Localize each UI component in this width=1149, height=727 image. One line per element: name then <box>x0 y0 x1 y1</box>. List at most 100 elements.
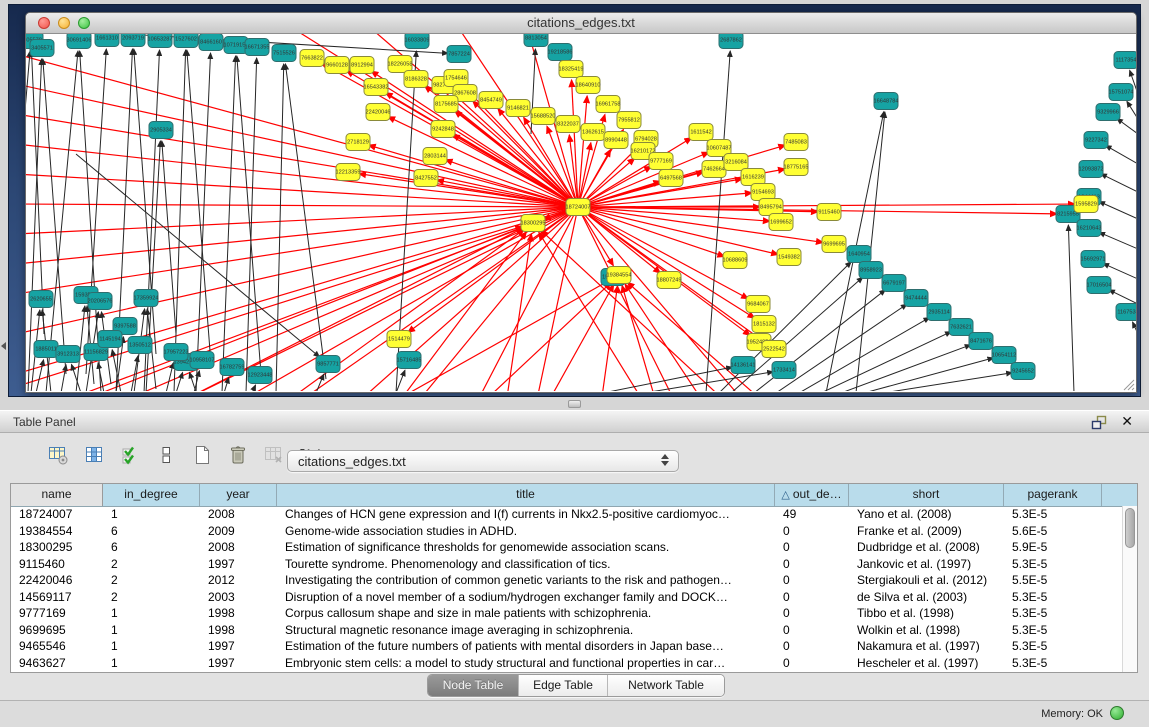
cell-pagerank[interactable]: 5.9E-5 <box>1004 539 1102 556</box>
graph-node[interactable]: 19218586 <box>548 44 573 61</box>
table-row[interactable]: 1830029562008Estimation of significance … <box>11 539 1122 556</box>
cell-out_de[interactable]: 49 <box>775 506 849 523</box>
graph-node[interactable]: 7857224 <box>447 46 471 63</box>
cell-out_de[interactable]: 0 <box>775 638 849 655</box>
graph-node[interactable]: 9660128 <box>325 57 349 74</box>
graph-node[interactable]: 18325419 <box>559 61 584 78</box>
cell-year[interactable]: 2009 <box>200 523 277 540</box>
graph-node[interactable]: 16033809 <box>405 34 430 49</box>
graph-node[interactable]: 6679197 <box>882 275 906 292</box>
cell-title[interactable]: Genome-wide association studies in ADHD. <box>277 523 775 540</box>
graph-node[interactable]: 8186328 <box>404 71 428 88</box>
cell-year[interactable]: 1997 <box>200 638 277 655</box>
graph-node[interactable]: 2803144 <box>423 148 447 165</box>
graph-node[interactable]: 1616239 <box>741 169 765 186</box>
graph-node[interactable]: 8427552 <box>414 170 438 187</box>
graph-node[interactable]: 1145194 <box>98 331 122 348</box>
graph-node[interactable]: 8495794 <box>759 199 783 216</box>
new-attribute-icon[interactable] <box>190 443 214 467</box>
graph-node[interactable]: 17016504 <box>1087 277 1112 294</box>
cell-year[interactable]: 2012 <box>200 572 277 589</box>
cell-pagerank[interactable]: 5.3E-5 <box>1004 556 1102 573</box>
graph-node[interactable]: 1549382 <box>777 249 801 266</box>
graph-node[interactable]: 16210643 <box>1077 220 1102 237</box>
cell-out_de[interactable]: 0 <box>775 539 849 556</box>
graph-node[interactable]: 1362615 <box>581 124 605 141</box>
graph-node[interactable]: 9154693 <box>751 184 775 201</box>
table-row[interactable]: 1872400712008Changes of HCN gene express… <box>11 506 1122 523</box>
cell-year[interactable]: 1997 <box>200 655 277 672</box>
graph-node[interactable]: 7955812 <box>617 112 641 129</box>
graph-node[interactable]: 9684067 <box>746 296 770 313</box>
delete-attribute-icon[interactable] <box>226 443 250 467</box>
graph-node[interactable]: 7632621 <box>949 319 973 336</box>
cell-in_degree[interactable]: 6 <box>103 539 200 556</box>
graph-node[interactable]: 8990448 <box>604 132 628 149</box>
cell-pagerank[interactable]: 5.3E-5 <box>1004 655 1102 672</box>
graph-node[interactable]: 15692971 <box>1081 251 1106 268</box>
graph-node[interactable]: 8322037 <box>556 116 580 133</box>
cell-in_degree[interactable]: 1 <box>103 638 200 655</box>
graph-node[interactable]: 9245652 <box>1011 363 1035 380</box>
graph-node[interactable]: 2687862 <box>719 34 743 49</box>
graph-node[interactable]: 17359924 <box>134 290 159 307</box>
graph-node[interactable]: 1117354 <box>1114 52 1136 69</box>
cell-pagerank[interactable]: 5.6E-5 <box>1004 523 1102 540</box>
cell-in_degree[interactable]: 2 <box>103 572 200 589</box>
cell-short[interactable]: Stergiakouli et al. (2012) <box>849 572 1004 589</box>
cell-short[interactable]: de Silva et al. (2003) <box>849 589 1004 606</box>
graph-node[interactable]: 1661310 <box>95 34 119 47</box>
tab-node-table[interactable]: Node Table <box>428 675 519 696</box>
cell-out_de[interactable]: 0 <box>775 605 849 622</box>
graph-node[interactable]: 15716485 <box>397 352 422 369</box>
cell-name[interactable]: 9777169 <box>11 605 103 622</box>
cell-title[interactable]: Estimation of the future numbers of pati… <box>277 638 775 655</box>
graph-node[interactable]: 1514479 <box>387 331 411 348</box>
split-divider-grip[interactable] <box>568 400 581 408</box>
cell-out_de[interactable]: 0 <box>775 572 849 589</box>
graph-node[interactable]: 1733414 <box>772 362 796 379</box>
table-row[interactable]: 969969511998Structural magnetic resonanc… <box>11 622 1122 639</box>
cell-title[interactable]: Changes of HCN gene expression and I(f) … <box>277 506 775 523</box>
graph-node[interactable]: 9474444 <box>904 290 928 307</box>
table-row[interactable]: 977716911998Corpus callosum shape and si… <box>11 605 1122 622</box>
row-mode-icon[interactable] <box>154 443 178 467</box>
table-row[interactable]: 946362711997Embryonic stem cells: a mode… <box>11 655 1122 672</box>
graph-node[interactable]: 1611542 <box>689 124 713 141</box>
cell-pagerank[interactable]: 5.3E-5 <box>1004 638 1102 655</box>
graph-node[interactable]: 1167534 <box>1116 304 1136 321</box>
graph-node[interactable]: 1699652 <box>769 214 793 231</box>
graph-node[interactable]: 10958107 <box>190 352 215 369</box>
window-resize-grip[interactable] <box>1121 377 1135 391</box>
cell-short[interactable]: Franke et al. (2009) <box>849 523 1004 540</box>
graph-node[interactable]: 8958923 <box>859 262 883 279</box>
graph-hub-node[interactable]: 18724007 <box>566 199 591 216</box>
graph-node[interactable]: 18807249 <box>657 272 682 289</box>
cell-out_de[interactable]: 0 <box>775 523 849 540</box>
graph-node[interactable]: 14136141 <box>731 357 756 374</box>
close-icon[interactable]: ✕ <box>1121 413 1133 430</box>
cell-year[interactable]: 1997 <box>200 556 277 573</box>
graph-node[interactable]: 7663822 <box>300 50 324 67</box>
tab-edge-table[interactable]: Edge Table <box>519 675 608 696</box>
cell-pagerank[interactable]: 5.3E-5 <box>1004 622 1102 639</box>
graph-node[interactable]: 7462664 <box>702 161 726 178</box>
cell-in_degree[interactable]: 6 <box>103 523 200 540</box>
cell-out_de[interactable]: 0 <box>775 622 849 639</box>
graph-node[interactable]: 12923448 <box>248 367 273 384</box>
graph-node[interactable]: 9857771 <box>316 356 340 373</box>
graph-node[interactable]: 9227342 <box>1084 132 1108 149</box>
cell-title[interactable]: Estimation of significance thresholds fo… <box>277 539 775 556</box>
graph-node[interactable]: 3912313 <box>56 346 80 363</box>
graph-node[interactable]: 16782759 <box>220 359 245 376</box>
graph-node[interactable]: 12093872 <box>1079 161 1104 178</box>
cell-title[interactable]: Tourette syndrome. Phenomenology and cla… <box>277 556 775 573</box>
cell-name[interactable]: 9463627 <box>11 655 103 672</box>
graph-node[interactable]: 8175685 <box>434 96 458 113</box>
graph-node[interactable]: 30691406 <box>67 34 92 49</box>
memory-status-indicator[interactable] <box>1110 706 1124 720</box>
cell-title[interactable]: Disruption of a novel member of a sodium… <box>277 589 775 606</box>
cell-title[interactable]: Investigating the contribution of common… <box>277 572 775 589</box>
graph-node[interactable]: 20206576 <box>88 293 113 310</box>
graph-node[interactable]: 2718129 <box>346 134 370 151</box>
